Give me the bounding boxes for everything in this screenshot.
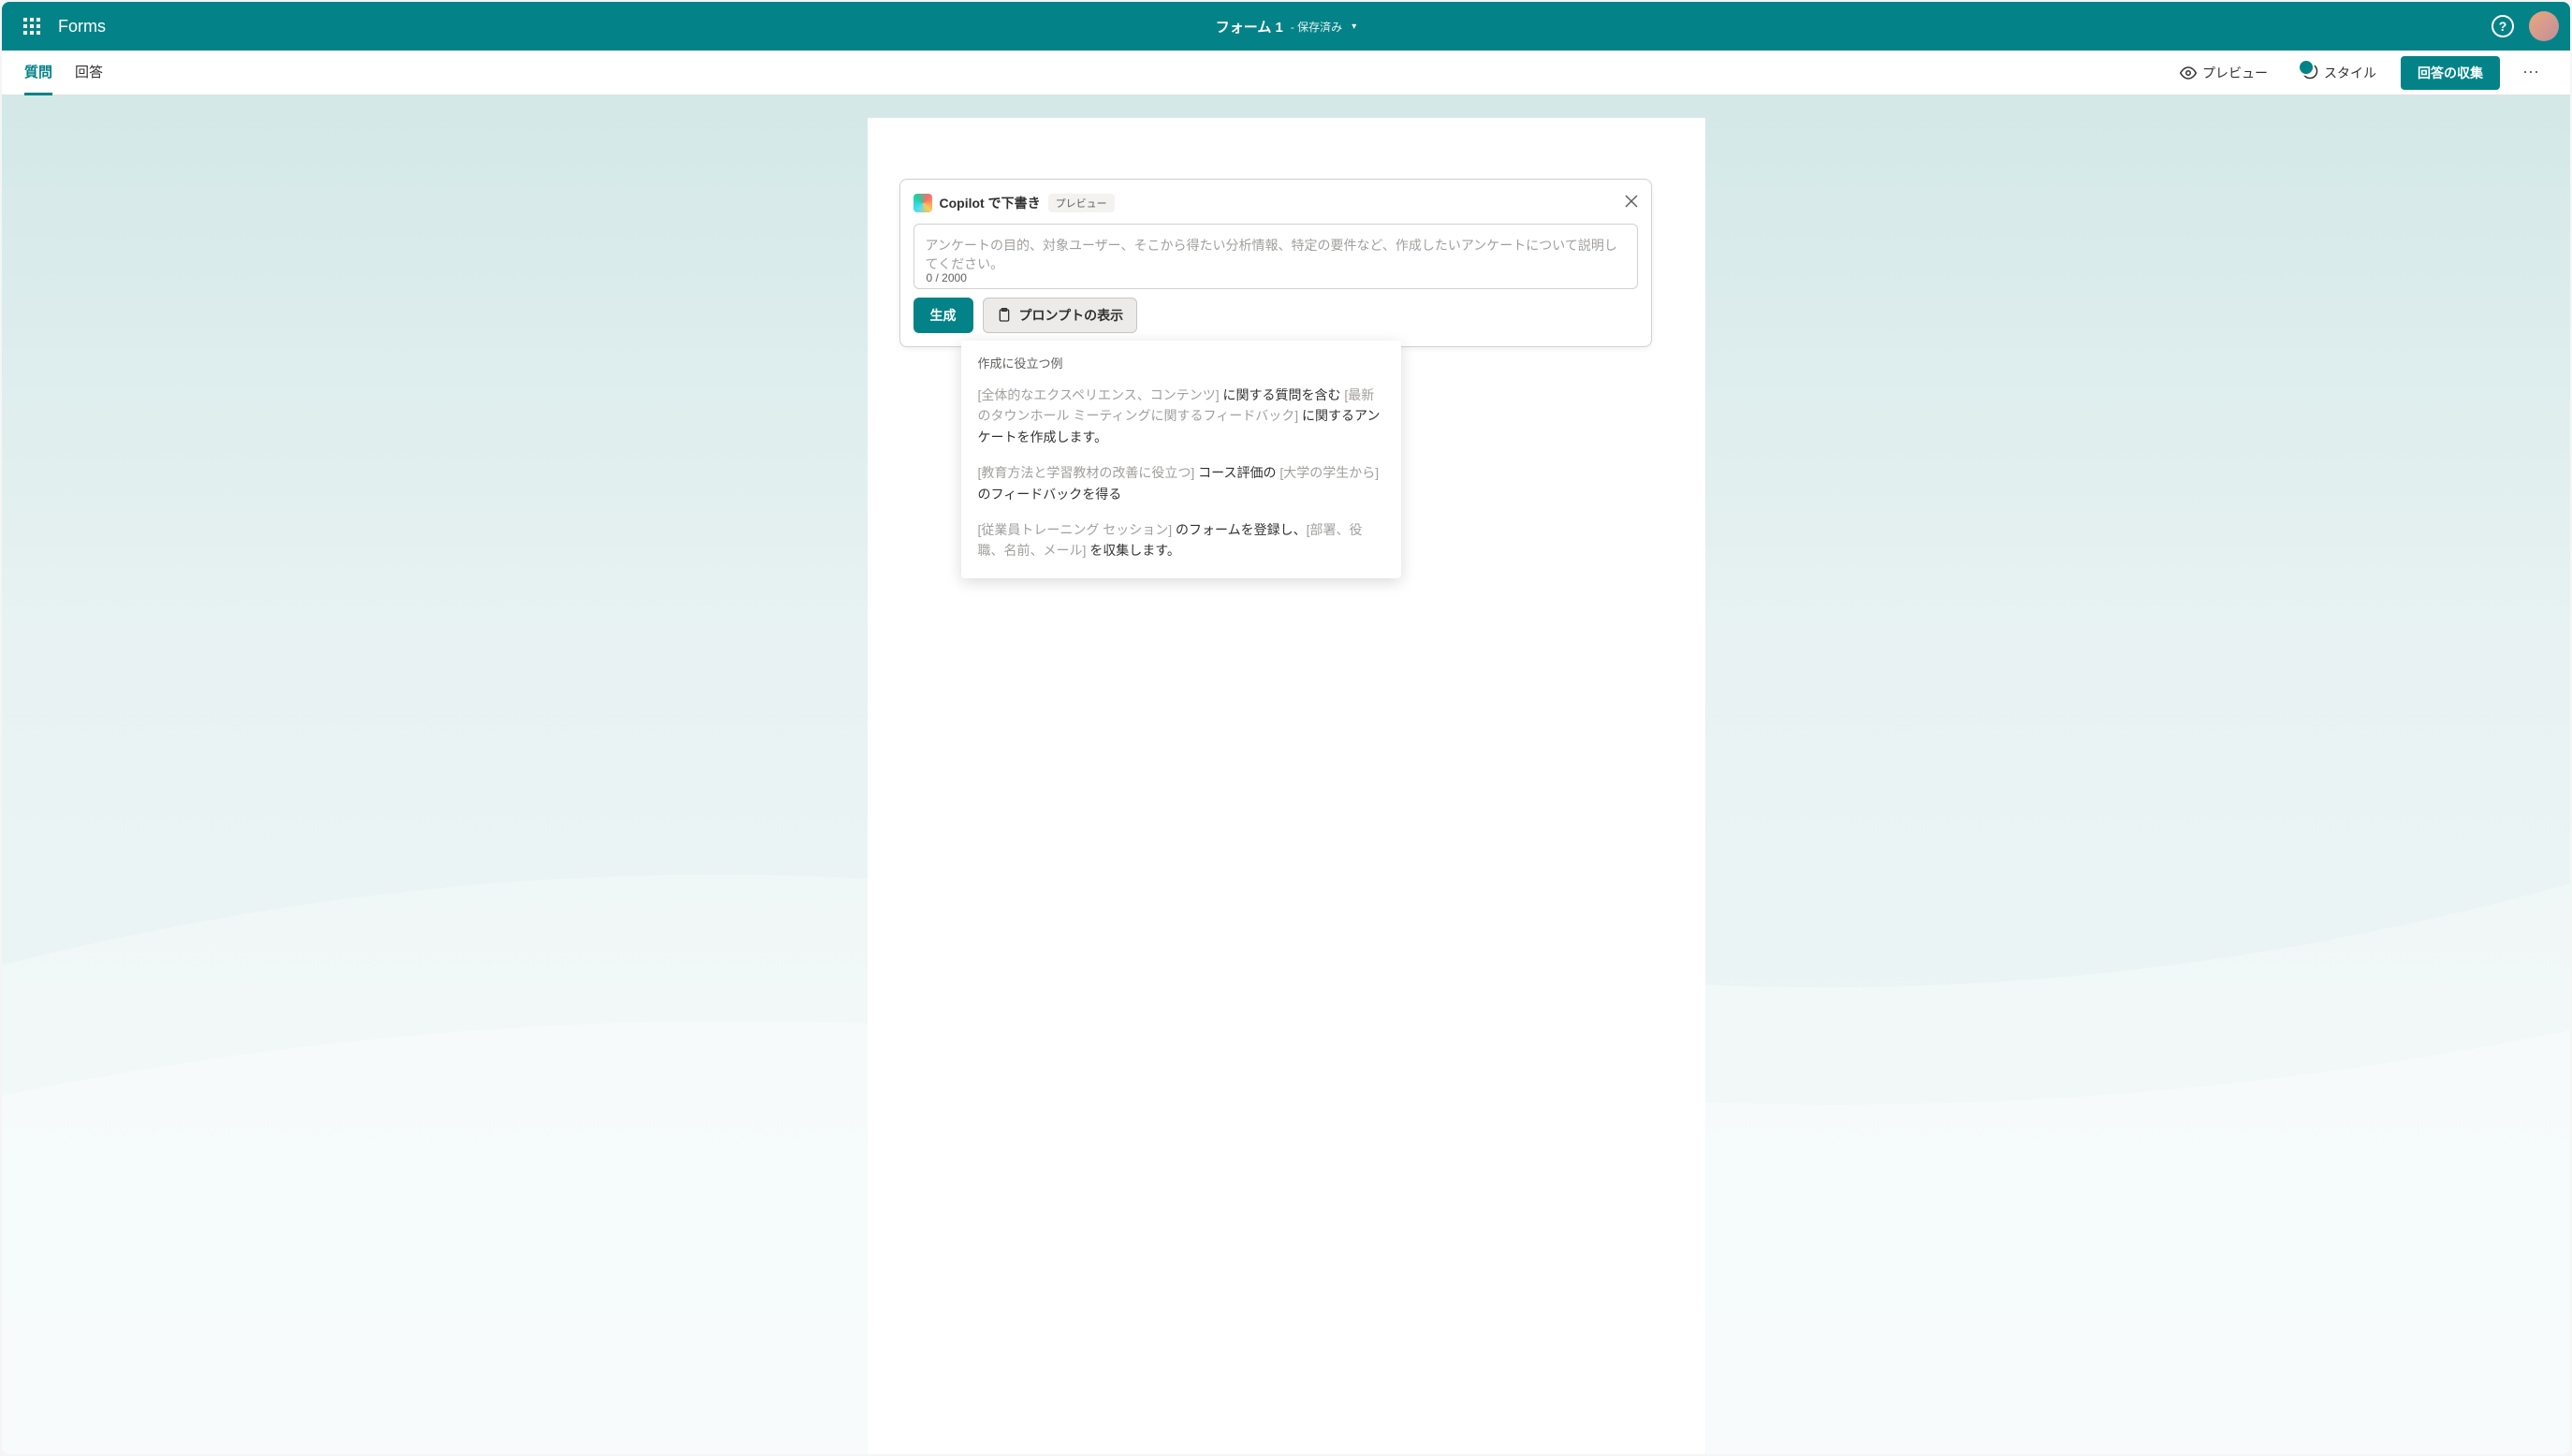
app-launcher-button[interactable] (13, 7, 51, 45)
form-title: フォーム 1 (1216, 17, 1283, 36)
prompt-example-2[interactable]: [教育方法と学習教材の改善に役立つ] コース評価の [大学の学生から] のフィー… (978, 462, 1384, 504)
waffle-icon (23, 18, 40, 35)
prompt-example-3[interactable]: [従業員トレーニング セッション] のフォームを登録し、[部署、役職、名前、メー… (978, 519, 1384, 561)
chevron-down-icon: ▾ (1352, 22, 1356, 32)
style-icon (2302, 63, 2318, 82)
prompt-example-1[interactable]: [全体的なエクスペリエンス、コンテンツ] に関する質問を含む [最新のタウンホー… (978, 385, 1384, 447)
copilot-logo-icon (913, 194, 932, 212)
app-name[interactable]: Forms (58, 17, 106, 36)
user-avatar[interactable] (2529, 11, 2559, 41)
preview-button[interactable]: プレビュー (2170, 58, 2277, 88)
close-icon (1625, 195, 1638, 208)
preview-badge: プレビュー (1048, 194, 1115, 212)
close-button[interactable] (1625, 193, 1638, 212)
eye-icon (2180, 65, 2197, 81)
copilot-prompt-input[interactable] (913, 224, 1638, 289)
collect-responses-button[interactable]: 回答の収集 (2401, 56, 2500, 90)
style-label: スタイル (2324, 64, 2376, 82)
show-prompts-button[interactable]: プロンプトの表示 (983, 298, 1138, 333)
style-button[interactable]: スタイル (2292, 57, 2386, 88)
form-title-area[interactable]: フォーム 1 - 保存済み ▾ (1216, 17, 1356, 36)
preview-label: プレビュー (2202, 64, 2268, 82)
prompt-examples-dropdown: 作成に役立つ例 [全体的なエクスペリエンス、コンテンツ] に関する質問を含む [… (961, 341, 1401, 578)
more-options-button[interactable]: ⋯ (2515, 59, 2548, 86)
tab-questions[interactable]: 質問 (24, 51, 52, 95)
help-button[interactable]: ? (2492, 15, 2514, 37)
generate-button[interactable]: 生成 (913, 298, 973, 333)
save-status: - 保存済み (1291, 19, 1342, 35)
tab-responses[interactable]: 回答 (75, 51, 103, 95)
copilot-card-title: Copilot で下書き (940, 194, 1041, 212)
form-canvas: Copilot で下書き プレビュー 0 / 2000 生成 (868, 118, 1705, 1454)
show-prompts-label: プロンプトの表示 (1019, 306, 1124, 325)
examples-heading: 作成に役立つ例 (978, 354, 1384, 371)
clipboard-icon (997, 308, 1012, 323)
copilot-draft-card: Copilot で下書き プレビュー 0 / 2000 生成 (899, 179, 1652, 347)
